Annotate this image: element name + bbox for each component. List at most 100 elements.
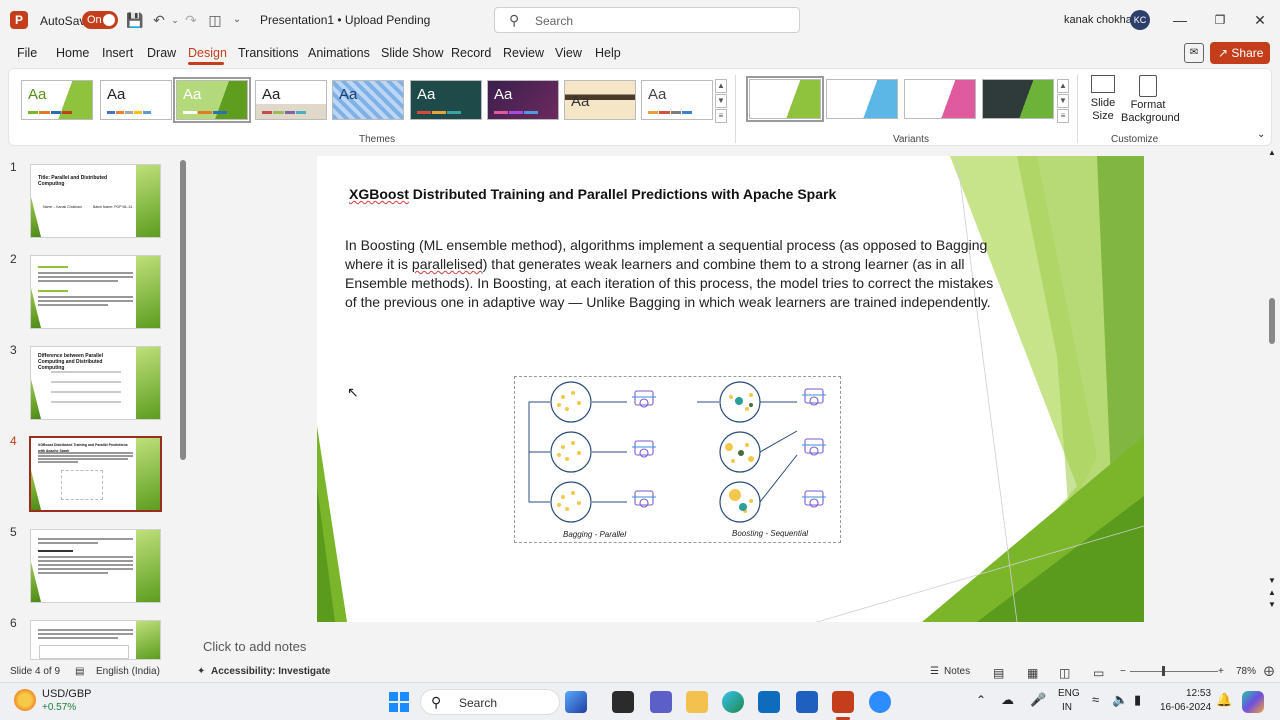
windows-start-icon[interactable] [389, 692, 409, 712]
tab-review[interactable]: Review [503, 46, 544, 60]
slide-thumbnail-1[interactable]: Title: Parallel and Distributed Computin… [30, 164, 161, 238]
copilot-icon[interactable] [1242, 691, 1264, 713]
powerpoint-taskbar-icon[interactable] [832, 691, 854, 713]
zoom-level[interactable]: 78% [1236, 666, 1256, 677]
spelling-icon[interactable]: ▤ [75, 666, 84, 677]
scrollbar-thumb[interactable] [180, 160, 186, 460]
microphone-icon[interactable]: 🎤 [1030, 692, 1046, 708]
terminal-icon[interactable] [612, 691, 634, 713]
next-slide-icon[interactable]: ▼ [1268, 600, 1276, 609]
weather-widget-icon[interactable] [14, 689, 36, 711]
slide-body-text[interactable]: In Boosting (ML ensemble method), algori… [345, 236, 1005, 312]
zoom-slider-thumb[interactable] [1162, 666, 1165, 676]
restore-icon[interactable]: ❐ [1210, 10, 1230, 30]
fit-to-window-icon[interactable]: ⨁ [1264, 666, 1274, 677]
slide-thumbnail-2[interactable] [30, 255, 161, 329]
zoom-out-icon[interactable]: − [1120, 666, 1126, 677]
pen-app-icon[interactable] [796, 691, 818, 713]
store-icon[interactable] [758, 691, 780, 713]
theme-office[interactable]: Aa [100, 80, 172, 120]
widgets-icon[interactable] [565, 691, 587, 713]
tab-file[interactable]: File [17, 46, 37, 60]
network-drive-icon[interactable]: ☁ [1001, 692, 1014, 708]
clock-time[interactable]: 12:53 [1186, 688, 1211, 699]
accessibility-icon[interactable]: ✦ [197, 666, 205, 677]
scroll-down-icon[interactable]: ▼ [1268, 576, 1276, 585]
scrollbar-thumb[interactable] [1269, 298, 1275, 344]
zoom-in-icon[interactable]: + [1218, 666, 1224, 677]
variant-4[interactable] [982, 79, 1054, 119]
slide-thumbnail-3[interactable]: Difference between Parallel Computing an… [30, 346, 161, 420]
edge-icon[interactable] [722, 691, 744, 713]
close-icon[interactable]: ✕ [1250, 10, 1270, 30]
collapse-ribbon-icon[interactable]: ⌄ [1257, 129, 1265, 140]
redo-icon[interactable]: ↷ [182, 11, 200, 29]
language-top[interactable]: ENG [1058, 688, 1080, 699]
autosave-toggle[interactable]: On [82, 11, 118, 29]
previous-slide-icon[interactable]: ▲ [1268, 588, 1276, 597]
notifications-icon[interactable]: 🔔 [1216, 692, 1232, 708]
taskbar-search[interactable]: ⚲ Search [420, 689, 560, 715]
ticker-name[interactable]: USD/GBP [42, 688, 92, 700]
volume-icon[interactable]: 🔈 [1112, 692, 1128, 708]
avatar[interactable]: KC [1130, 10, 1150, 30]
theme-5[interactable]: Aa [332, 80, 404, 120]
notes-icon[interactable]: ☰ [930, 666, 939, 677]
slide-title[interactable]: XGBoost Distributed Training and Paralle… [349, 186, 836, 202]
variant-1[interactable] [746, 76, 824, 122]
normal-view-icon[interactable]: ▤ [993, 666, 1004, 680]
theme-facet[interactable]: Aa [173, 77, 251, 123]
battery-icon[interactable]: ▮ [1134, 692, 1141, 708]
theme-8[interactable]: Aa [564, 80, 636, 120]
comments-icon[interactable]: ✉ [1184, 43, 1204, 63]
wifi-icon[interactable]: ≈ [1092, 692, 1099, 707]
notes-button[interactable]: Notes [944, 666, 970, 677]
themes-more-icon[interactable]: ≡ [715, 109, 727, 123]
variant-2[interactable] [826, 79, 898, 119]
variants-more-icon[interactable]: ≡ [1057, 109, 1069, 123]
file-explorer-icon[interactable] [686, 691, 708, 713]
tab-view[interactable]: View [555, 46, 582, 60]
present-icon[interactable]: ◫ [206, 11, 224, 29]
clock-date[interactable]: 16-06-2024 [1160, 702, 1211, 713]
variant-3[interactable] [904, 79, 976, 119]
scroll-up-icon[interactable]: ▲ [1268, 148, 1276, 157]
accessibility-status[interactable]: Accessibility: Investigate [211, 666, 331, 677]
customize-toolbar-icon[interactable]: ⌄ [228, 11, 246, 29]
tab-design[interactable]: Design [188, 46, 227, 60]
themes-scroll-down-icon[interactable]: ▼ [715, 94, 727, 108]
notes-placeholder[interactable]: Click to add notes [203, 639, 306, 654]
format-background-button[interactable]: Format Background [1121, 75, 1180, 125]
search-box[interactable]: ⚲ Search [494, 7, 800, 33]
language-indicator[interactable]: English (India) [96, 666, 160, 677]
bagging-boosting-figure[interactable]: Bagging - Parallel Boosting - Sequential [514, 376, 841, 543]
themes-scroll-up-icon[interactable]: ▲ [715, 79, 727, 93]
theme-7[interactable]: Aa [487, 80, 559, 120]
variants-scroll-down-icon[interactable]: ▼ [1057, 94, 1069, 108]
theme-4[interactable]: Aa [255, 80, 327, 120]
slide-size-button[interactable]: Slide Size [1087, 75, 1119, 123]
zoom-app-icon[interactable] [869, 691, 891, 713]
tray-overflow-icon[interactable]: ⌃ [976, 693, 986, 707]
tab-insert[interactable]: Insert [102, 46, 133, 60]
theme-1[interactable]: Aa [21, 80, 93, 120]
slide-show-icon[interactable]: ▭ [1093, 666, 1104, 680]
tab-home[interactable]: Home [56, 46, 89, 60]
slide-thumbnail-5[interactable] [30, 529, 161, 603]
canvas-scrollbar[interactable]: ▲ ▼ ▲ ▼ [1266, 148, 1278, 618]
document-title[interactable]: Presentation1 • Upload Pending [260, 13, 430, 27]
slide-4[interactable]: XGBoost Distributed Training and Paralle… [317, 156, 1144, 622]
slide-counter[interactable]: Slide 4 of 9 [10, 666, 60, 677]
save-icon[interactable]: 💾 [126, 11, 144, 29]
tab-animations[interactable]: Animations [308, 46, 370, 60]
share-button[interactable]: ↗ Share [1210, 42, 1270, 64]
variants-scroll-up-icon[interactable]: ▲ [1057, 79, 1069, 93]
thumbnail-scrollbar[interactable] [178, 150, 188, 660]
tab-record[interactable]: Record [451, 46, 491, 60]
tab-transitions[interactable]: Transitions [238, 46, 299, 60]
theme-9[interactable]: Aa [641, 80, 713, 120]
zoom-slider[interactable] [1130, 671, 1218, 672]
minimize-icon[interactable]: — [1170, 10, 1190, 30]
teams-icon[interactable] [650, 691, 672, 713]
tab-draw[interactable]: Draw [147, 46, 176, 60]
